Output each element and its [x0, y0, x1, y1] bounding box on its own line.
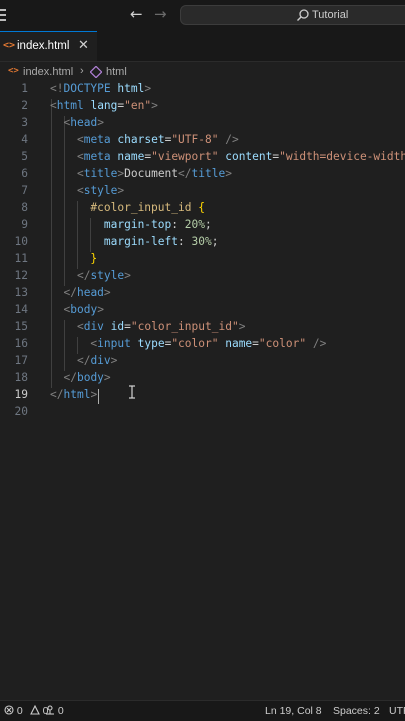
line-number: 20: [14, 405, 28, 418]
code-text: <body>: [63, 303, 104, 316]
code-text: </body>: [63, 371, 111, 384]
tab-label: index.html: [17, 40, 70, 52]
code-line: 1 <!DOCTYPE html>: [0, 82, 405, 99]
code-line: 13 </head>: [0, 286, 405, 303]
code-text: <style>: [76, 184, 125, 197]
line-number: 15: [14, 320, 28, 333]
tab-index-html[interactable]: <> index.html ✕: [0, 31, 97, 61]
error-icon: [4, 705, 14, 715]
code-line: 11 }: [0, 252, 405, 269]
breadcrumb: <> index.html › html: [0, 62, 405, 82]
code-text: <title>Document</title>: [76, 167, 232, 180]
code-text: <html lang="en">: [50, 99, 158, 112]
command-center-search[interactable]: Tutorial: [180, 5, 405, 25]
code-line: 16 <input type="color" name="color" />: [0, 337, 405, 354]
line-number: 14: [14, 303, 28, 316]
code-editor[interactable]: 1 <!DOCTYPE html> 2 <html lang="en"> 3 <…: [0, 82, 405, 700]
code-line: 6 <title>Document</title>: [0, 167, 405, 184]
code-line-active: 19 </html>: [0, 388, 405, 405]
code-line: 15 <div id="color_input_id">: [0, 320, 405, 337]
line-number: 8: [21, 201, 28, 214]
code-text: #color_input_id {: [90, 201, 205, 214]
code-line: 9 margin-top: 20%;: [0, 218, 405, 235]
line-number: 16: [14, 337, 28, 350]
code-text: <meta name="viewport" content="width=dev…: [76, 150, 405, 163]
error-count: 0: [16, 705, 23, 717]
breadcrumb-separator: ›: [80, 65, 84, 77]
line-number: 1: [21, 82, 28, 95]
code-line: 4 <meta charset="UTF-8" />: [0, 133, 405, 150]
code-element-icon: [90, 66, 102, 78]
code-line: 20: [0, 405, 405, 422]
line-number: 18: [14, 371, 28, 384]
port-count: 0: [57, 705, 64, 717]
problems-indicator[interactable]: 0 0: [4, 704, 48, 717]
html-file-icon: <>: [8, 66, 19, 76]
code-text: }: [90, 252, 98, 265]
line-number: 5: [21, 150, 28, 163]
code-text: <!DOCTYPE html>: [50, 82, 152, 95]
code-line: 8 #color_input_id {: [0, 201, 405, 218]
line-number: 6: [21, 167, 28, 180]
line-number: 19: [14, 388, 28, 401]
code-line: 7 <style>: [0, 184, 405, 201]
tab-bar: <> index.html ✕: [0, 31, 405, 62]
status-bar: 0 0 0 Ln 19, Col 8 Spaces: 2 UTF: [0, 700, 405, 721]
line-number: 12: [14, 269, 28, 282]
code-line: 14 <body>: [0, 303, 405, 320]
code-text: </html>: [50, 388, 98, 401]
code-text: <div id="color_input_id">: [76, 320, 246, 333]
search-label: Tutorial: [312, 9, 349, 21]
line-number: 10: [14, 235, 28, 248]
code-line: 5 <meta name="viewport" content="width=d…: [0, 150, 405, 167]
text-cursor-icon: [129, 385, 135, 399]
code-line: 10 margin-left: 30%;: [0, 235, 405, 252]
menu-icon[interactable]: [0, 9, 6, 21]
code-line: 12 </style>: [0, 269, 405, 286]
code-line: 18 </body>: [0, 371, 405, 388]
code-line: 3 <head>: [0, 116, 405, 133]
code-text: <head>: [63, 116, 104, 129]
code-text: </head>: [63, 286, 111, 299]
breadcrumb-element[interactable]: html: [106, 66, 127, 78]
code-text: </div>: [76, 354, 118, 367]
line-number: 7: [21, 184, 28, 197]
cursor-position[interactable]: Ln 19, Col 8: [265, 705, 322, 717]
line-number: 17: [14, 354, 28, 367]
indentation-setting[interactable]: Spaces: 2: [333, 705, 380, 717]
code-text: <input type="color" name="color" />: [90, 337, 327, 350]
text-cursor: [98, 389, 99, 404]
breadcrumb-file[interactable]: index.html: [23, 66, 73, 78]
code-text: margin-top: 20%;: [103, 218, 212, 231]
line-number: 11: [14, 252, 28, 265]
line-number: 4: [21, 133, 28, 146]
title-bar: ← → Tutorial: [0, 0, 405, 32]
search-icon: [297, 9, 309, 21]
port-icon: [46, 705, 54, 715]
encoding-setting[interactable]: UTF: [389, 705, 405, 717]
line-number: 2: [21, 99, 28, 112]
line-number: 9: [21, 218, 28, 231]
ports-indicator[interactable]: 0: [45, 705, 64, 717]
close-icon[interactable]: ✕: [78, 38, 89, 53]
line-number: 13: [14, 286, 28, 299]
warning-icon: [29, 704, 40, 715]
html-file-icon: <>: [3, 40, 16, 51]
arrow-left-icon[interactable]: ←: [130, 5, 143, 23]
arrow-right-icon[interactable]: →: [154, 5, 167, 23]
code-line: 2 <html lang="en">: [0, 99, 405, 116]
line-number: 3: [21, 116, 28, 129]
code-text: margin-left: 30%;: [103, 235, 219, 248]
code-line: 17 </div>: [0, 354, 405, 371]
code-text: </style>: [76, 269, 131, 282]
code-text: <meta charset="UTF-8" />: [76, 133, 239, 146]
